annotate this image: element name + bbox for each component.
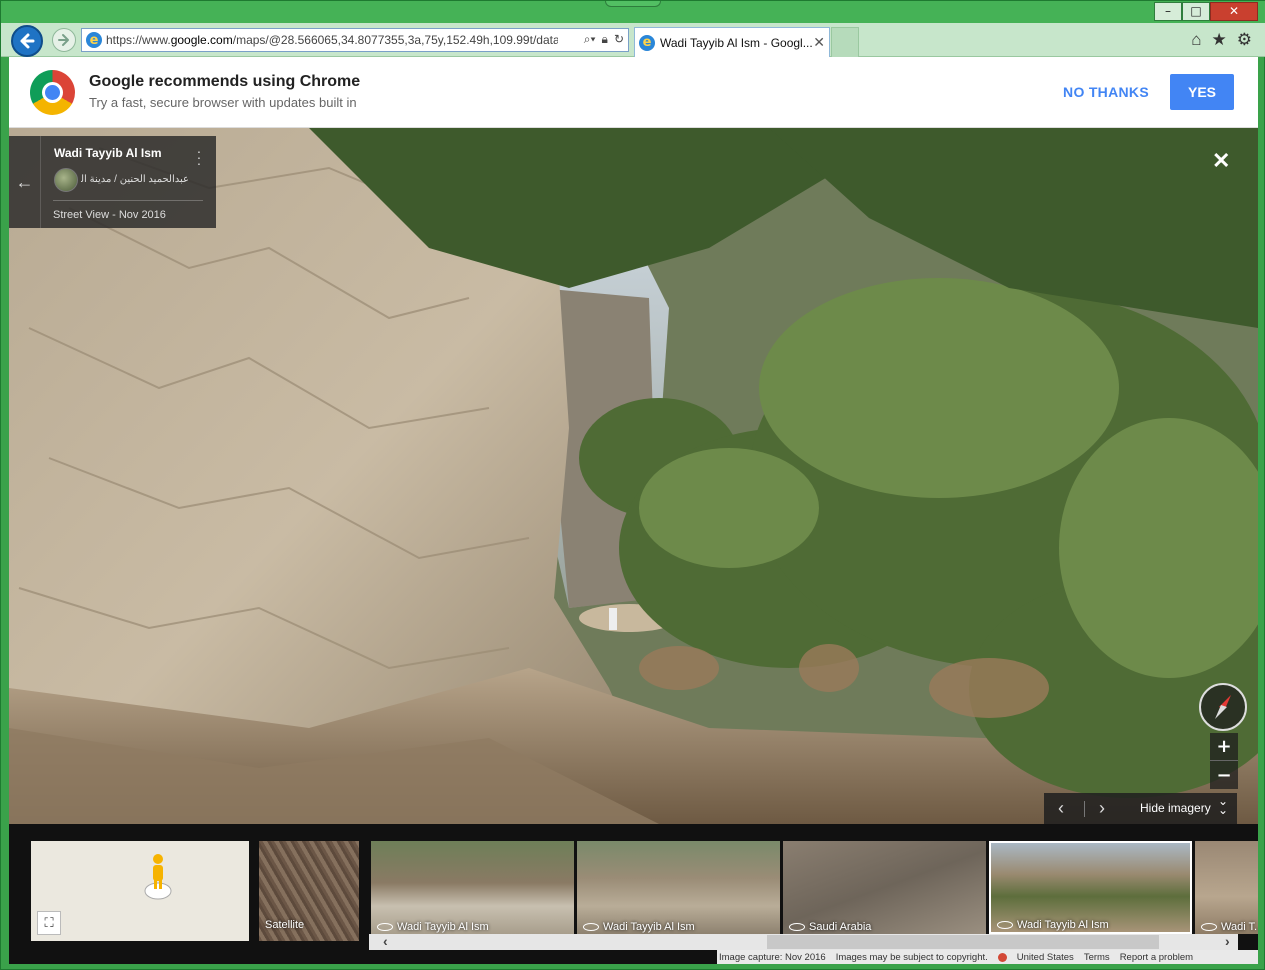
refresh-icon[interactable]: ↻: [614, 32, 624, 47]
url-host: google.com: [170, 33, 233, 47]
fullscreen-icon[interactable]: ⛶: [37, 911, 61, 935]
browser-window: – □ ✕ e https://www.google.com/maps/@28.…: [0, 0, 1265, 970]
compass-icon[interactable]: [1199, 683, 1247, 731]
terms-link[interactable]: Terms: [1084, 952, 1110, 963]
title-bar-notch: [605, 1, 661, 7]
new-tab-button[interactable]: [831, 27, 859, 57]
close-icon[interactable]: ✕: [1212, 148, 1230, 174]
thumb-label: Wadi T...: [1201, 921, 1258, 933]
panorama-icon: [997, 921, 1013, 929]
tab-title: Wadi Tayyib Al Ism - Googl...: [660, 35, 812, 50]
google-plus-icon[interactable]: [997, 952, 1007, 962]
no-thanks-button[interactable]: NO THANKS: [1056, 75, 1156, 109]
address-bar[interactable]: e https://www.google.com/maps/@28.566065…: [81, 28, 629, 52]
hide-imagery-button[interactable]: Hide imagery: [1140, 801, 1211, 815]
yes-button[interactable]: YES: [1170, 74, 1234, 110]
author-avatar[interactable]: [54, 168, 78, 192]
zoom-in-button[interactable]: +: [1210, 733, 1238, 761]
map-footer: Image capture: Nov 2016 Images may be su…: [717, 950, 1258, 964]
filmstrip-scrollbar[interactable]: ‹ ›: [369, 934, 1238, 950]
imagery-separator: [1084, 801, 1085, 817]
minimize-button[interactable]: –: [1154, 2, 1182, 21]
chevron-left-icon[interactable]: ‹: [383, 934, 388, 949]
forward-button[interactable]: [52, 28, 76, 52]
search-icon[interactable]: ⌕▾: [584, 32, 596, 47]
panorama-icon: [377, 923, 393, 931]
address-tools: ⌕▾ 🔒︎ ↻: [584, 32, 624, 47]
back-arrow-icon[interactable]: ←: [9, 136, 41, 228]
home-icon[interactable]: ⌂: [1191, 30, 1201, 50]
place-info-card: ← Wadi Tayyib Al Ism · · · عبدالحميد الحني…: [9, 136, 216, 228]
chrome-recommend-banner: Google recommends using Chrome Try a fas…: [9, 57, 1258, 128]
chevron-right-icon[interactable]: ›: [1225, 934, 1230, 949]
info-divider: [53, 200, 203, 201]
scrollbar-thumb[interactable]: [767, 935, 1159, 949]
url-scheme: https://www.: [106, 33, 171, 47]
chevron-left-icon[interactable]: ‹: [1058, 798, 1064, 819]
mini-map[interactable]: ⛶: [31, 841, 249, 941]
thumb-label: Wadi Tayyib Al Ism: [583, 921, 695, 933]
panorama-icon: [789, 923, 805, 931]
compass-needle-icon: [1215, 695, 1231, 719]
favorites-star-icon[interactable]: ★: [1212, 30, 1227, 50]
report-problem-link[interactable]: Report a problem: [1120, 952, 1193, 963]
place-title[interactable]: Wadi Tayyib Al Ism: [54, 146, 162, 160]
maximize-icon: □: [1190, 4, 1202, 18]
arrow-right-icon: [58, 34, 69, 46]
zoom-out-button[interactable]: −: [1210, 761, 1238, 789]
back-button[interactable]: [11, 25, 43, 57]
filmstrip-thumb[interactable]: Wadi Tayyib Al Ism: [577, 841, 780, 934]
capture-date: Street View - Nov 2016: [53, 209, 166, 221]
url-text[interactable]: https://www.google.com/maps/@28.566065,3…: [106, 33, 558, 47]
pegman-icon[interactable]: [143, 851, 173, 901]
thumb-label: Wadi Tayyib Al Ism: [997, 919, 1109, 931]
arrow-left-icon: [20, 33, 35, 49]
satellite-label: Satellite: [265, 919, 305, 931]
chrome-logo-icon: [30, 70, 75, 115]
window-close-button[interactable]: ✕: [1210, 2, 1258, 21]
thumb-label: Wadi Tayyib Al Ism: [377, 921, 489, 933]
close-icon: ✕: [1228, 4, 1240, 18]
panorama-icon: [1201, 923, 1217, 931]
filmstrip-thumb[interactable]: Saudi Arabia: [783, 841, 986, 934]
filmstrip-thumb[interactable]: Wadi Tayyib Al Ism: [371, 841, 574, 934]
copyright-text: Images may be subject to copyright.: [835, 951, 988, 963]
ie-page-icon: e: [86, 32, 102, 48]
street-view-panorama[interactable]: ← Wadi Tayyib Al Ism · · · عبدالحميد الحني…: [9, 128, 1258, 824]
imagery-controls: ‹ › Hide imagery ⌄ ⌄: [1044, 793, 1237, 824]
tab-ie-icon: e: [639, 34, 655, 51]
panorama-image: [9, 128, 1258, 824]
thumb-label: Saudi Arabia: [789, 921, 871, 933]
chevron-right-icon[interactable]: ›: [1099, 798, 1105, 819]
settings-gear-icon[interactable]: ⚙: [1237, 30, 1252, 50]
panorama-icon: [583, 923, 599, 931]
lock-icon[interactable]: 🔒︎: [602, 32, 608, 47]
filmstrip-thumb[interactable]: Wadi T...: [1195, 841, 1258, 934]
double-chevron-down-icon[interactable]: ⌄ ⌄: [1218, 795, 1228, 816]
author-name[interactable]: عبدالحميد الحنين / مدينة الذلم: [81, 174, 189, 185]
minimize-icon: –: [1165, 4, 1171, 18]
more-vert-icon[interactable]: · · ·: [195, 144, 203, 170]
browser-toolbar-icons: ⌂ ★ ⚙: [1191, 30, 1252, 50]
imagery-filmstrip: ⛶ Satellite Wadi Tayyib Al Ism Wadi Tayy…: [9, 824, 1258, 964]
country-link[interactable]: United States: [1017, 952, 1074, 963]
maximize-button[interactable]: □: [1182, 2, 1210, 21]
title-bar: – □ ✕: [1, 1, 1265, 23]
navigation-bar: e https://www.google.com/maps/@28.566065…: [1, 23, 1265, 57]
url-path: /maps/@28.566065,34.8077355,3a,75y,152.4…: [232, 33, 558, 47]
satellite-toggle[interactable]: Satellite: [259, 841, 359, 941]
capture-info: Image capture: Nov 2016: [719, 951, 826, 963]
banner-title: Google recommends using Chrome: [89, 73, 361, 90]
tab-active[interactable]: e Wadi Tayyib Al Ism - Googl... ✕: [634, 27, 830, 57]
banner-subtitle: Try a fast, secure browser with updates …: [89, 95, 357, 110]
filmstrip-thumb-selected[interactable]: Wadi Tayyib Al Ism: [989, 841, 1192, 934]
tab-close-icon[interactable]: ✕: [813, 34, 825, 51]
